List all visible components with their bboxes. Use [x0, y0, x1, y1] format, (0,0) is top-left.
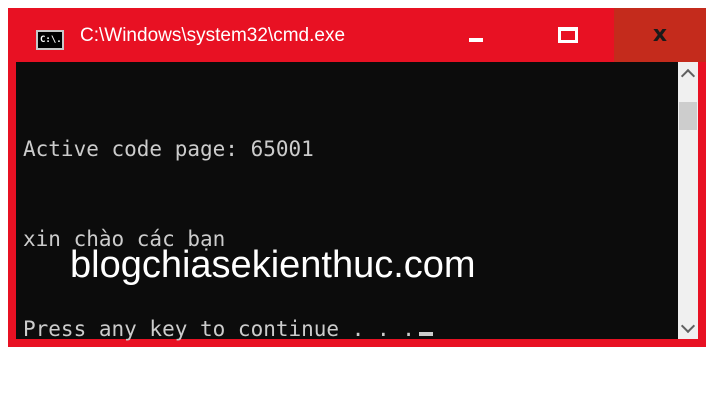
chevron-up-icon: [680, 68, 696, 83]
minimize-icon: [469, 38, 483, 42]
cmd-window: C:\. C:\Windows\system32\cmd.exe x Activ…: [8, 8, 706, 347]
console-line-text: Press any key to continue . . .: [23, 317, 415, 341]
maximize-icon: [558, 27, 578, 43]
minimize-button[interactable]: [430, 8, 522, 62]
text-cursor: [418, 332, 433, 336]
chevron-down-icon: [680, 318, 696, 333]
scroll-up-button[interactable]: [678, 62, 698, 84]
cmd-app-icon[interactable]: C:\.: [36, 30, 64, 50]
window-title: C:\Windows\system32\cmd.exe: [80, 25, 346, 46]
vertical-scrollbar[interactable]: [678, 62, 698, 339]
console-output[interactable]: Active code page: 65001 xin chào các bạn…: [16, 62, 678, 341]
console-lines: Active code page: 65001 xin chào các bạn…: [23, 74, 433, 404]
console-line: Active code page: 65001: [23, 137, 314, 161]
scrollbar-thumb[interactable]: [679, 102, 697, 130]
console-line: Press any key to continue . . .: [23, 314, 433, 344]
maximize-button[interactable]: [522, 8, 614, 62]
scroll-down-button[interactable]: [678, 317, 698, 339]
title-bar[interactable]: C:\. C:\Windows\system32\cmd.exe x: [8, 8, 706, 62]
close-button[interactable]: x: [614, 8, 706, 62]
close-icon: x: [652, 22, 668, 47]
watermark-text: blogchiasekienthuc.com: [70, 244, 476, 286]
